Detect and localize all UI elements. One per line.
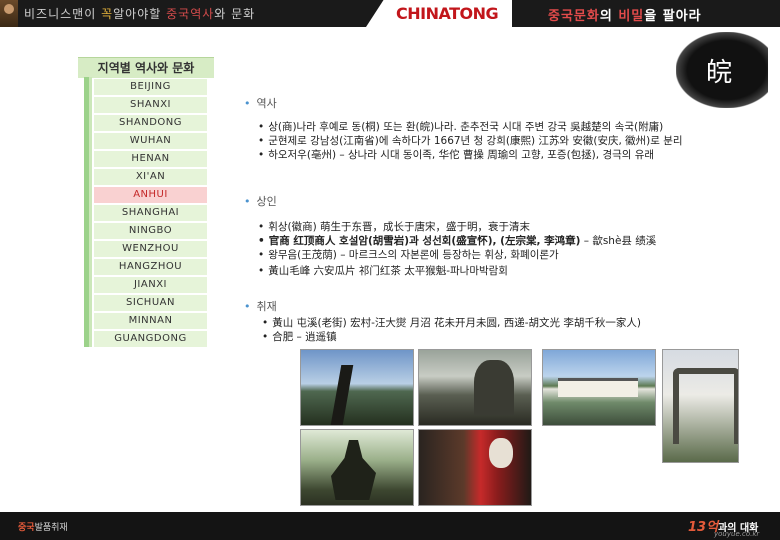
footer-url[interactable]: youyue.co.kr [714, 530, 759, 538]
nav-item-wenzhou[interactable]: WENZHOU [94, 241, 207, 257]
merchants-list: 휘상(徽商) 萌生于东晋，成长于唐宋，盛于明，衰于清末 官商 红顶商人 호설암(… [258, 220, 656, 278]
list-item: 하오저우(亳州) – 상나라 시대 동이족, 华佗 曹操 周瑜의 고향, 포증(… [258, 148, 683, 162]
list-item: 合肥 – 逍遥镇 [262, 330, 641, 344]
nav-item-shandong[interactable]: SHANDONG [94, 115, 207, 131]
nav-item-beijing[interactable]: BEIJING [94, 79, 207, 95]
region-nav: BEIJING SHANXI SHANDONG WUHAN HENAN XI'A… [94, 79, 207, 349]
nav-item-guangdong[interactable]: GUANGDONG [94, 331, 207, 347]
list-item: 군현제로 강남성(江南省)에 속하다가 1667년 청 강희(康熙) 江苏와 安… [258, 134, 682, 148]
nav-item-hangzhou[interactable]: HANGZHOU [94, 259, 207, 275]
section-heading-history: • 역사 [244, 97, 277, 110]
nav-item-ningbo[interactable]: NINGBO [94, 223, 207, 239]
sidebar-title: 지역별 역사와 문화 [78, 57, 214, 78]
region-character: 皖 [706, 58, 733, 88]
nav-item-wuhan[interactable]: WUHAN [94, 133, 207, 149]
author-avatar [0, 0, 18, 27]
footer-bar [0, 512, 780, 540]
nav-item-anhui[interactable]: ANHUI [94, 187, 207, 203]
nav-item-jianxi[interactable]: JIANXI [94, 277, 207, 293]
list-item-highlight: 官商 红顶商人 호설암(胡雪岩)과 성선회(盛宣怀), (左宗棠, 李鸿章) –… [258, 234, 657, 248]
nav-item-xian[interactable]: XI'AN [94, 169, 207, 185]
photo-huangshan-mist[interactable] [418, 349, 532, 426]
section-heading-merchants: • 상인 [244, 195, 277, 208]
nav-item-minnan[interactable]: MINNAN [94, 313, 207, 329]
banner-slogan-left: 비즈니스맨이 꼭알아야할 중국역사와 문화 [24, 7, 256, 21]
list-item: 黃山 屯溪(老街) 宏村-汪大爕 月沼 花未开月未圆, 西递-胡文光 李胡千秋一… [262, 316, 641, 330]
nav-item-henan[interactable]: HENAN [94, 151, 207, 167]
list-item: 왕무음(王茂荫) – 마르크스의 자본론에 등장하는 휘상, 화폐이론가 [258, 248, 656, 262]
section-heading-coverage: • 취재 [244, 300, 277, 313]
nav-item-sichuan[interactable]: SICHUAN [94, 295, 207, 311]
photo-huangshan-cliff[interactable] [300, 349, 414, 426]
photo-memorial-arch[interactable] [662, 349, 739, 463]
list-item: 휘상(徽商) 萌生于东晋，成长于唐宋，盛于明，衰于清末 [258, 220, 656, 234]
banner-slogan-right: 중국문화의 비밀을 팔아라 [548, 9, 702, 24]
chinatong-logo[interactable]: CHINATONG [396, 4, 499, 23]
photo-old-street[interactable] [418, 429, 532, 506]
list-item: 黃山毛峰 六安瓜片 祁门红茶 太平猴魁-파나마박람회 [258, 264, 656, 278]
list-item: 상(商)나라 후예로 동(桐) 또는 환(皖)나라. 춘추전국 시대 주변 강국… [258, 120, 683, 134]
bullet-icon: • [244, 195, 251, 208]
sidebar-accent-strip-light [89, 77, 92, 347]
nav-item-shanghai[interactable]: SHANGHAI [94, 205, 207, 221]
region-emblem: 皖 [676, 32, 768, 108]
bullet-icon: • [244, 97, 251, 110]
history-list: 상(商)나라 후예로 동(桐) 또는 환(皖)나라. 춘추전국 시대 주변 강국… [258, 120, 683, 162]
photo-equestrian-statue[interactable] [300, 429, 414, 506]
photo-hongcun-village[interactable] [542, 349, 656, 426]
bullet-icon: • [244, 300, 251, 313]
nav-item-shanxi[interactable]: SHANXI [94, 97, 207, 113]
footer-label: 중국발품취재 [18, 523, 68, 533]
coverage-list: 黃山 屯溪(老街) 宏村-汪大爕 月沼 花未开月未圆, 西递-胡文光 李胡千秋一… [262, 316, 641, 344]
